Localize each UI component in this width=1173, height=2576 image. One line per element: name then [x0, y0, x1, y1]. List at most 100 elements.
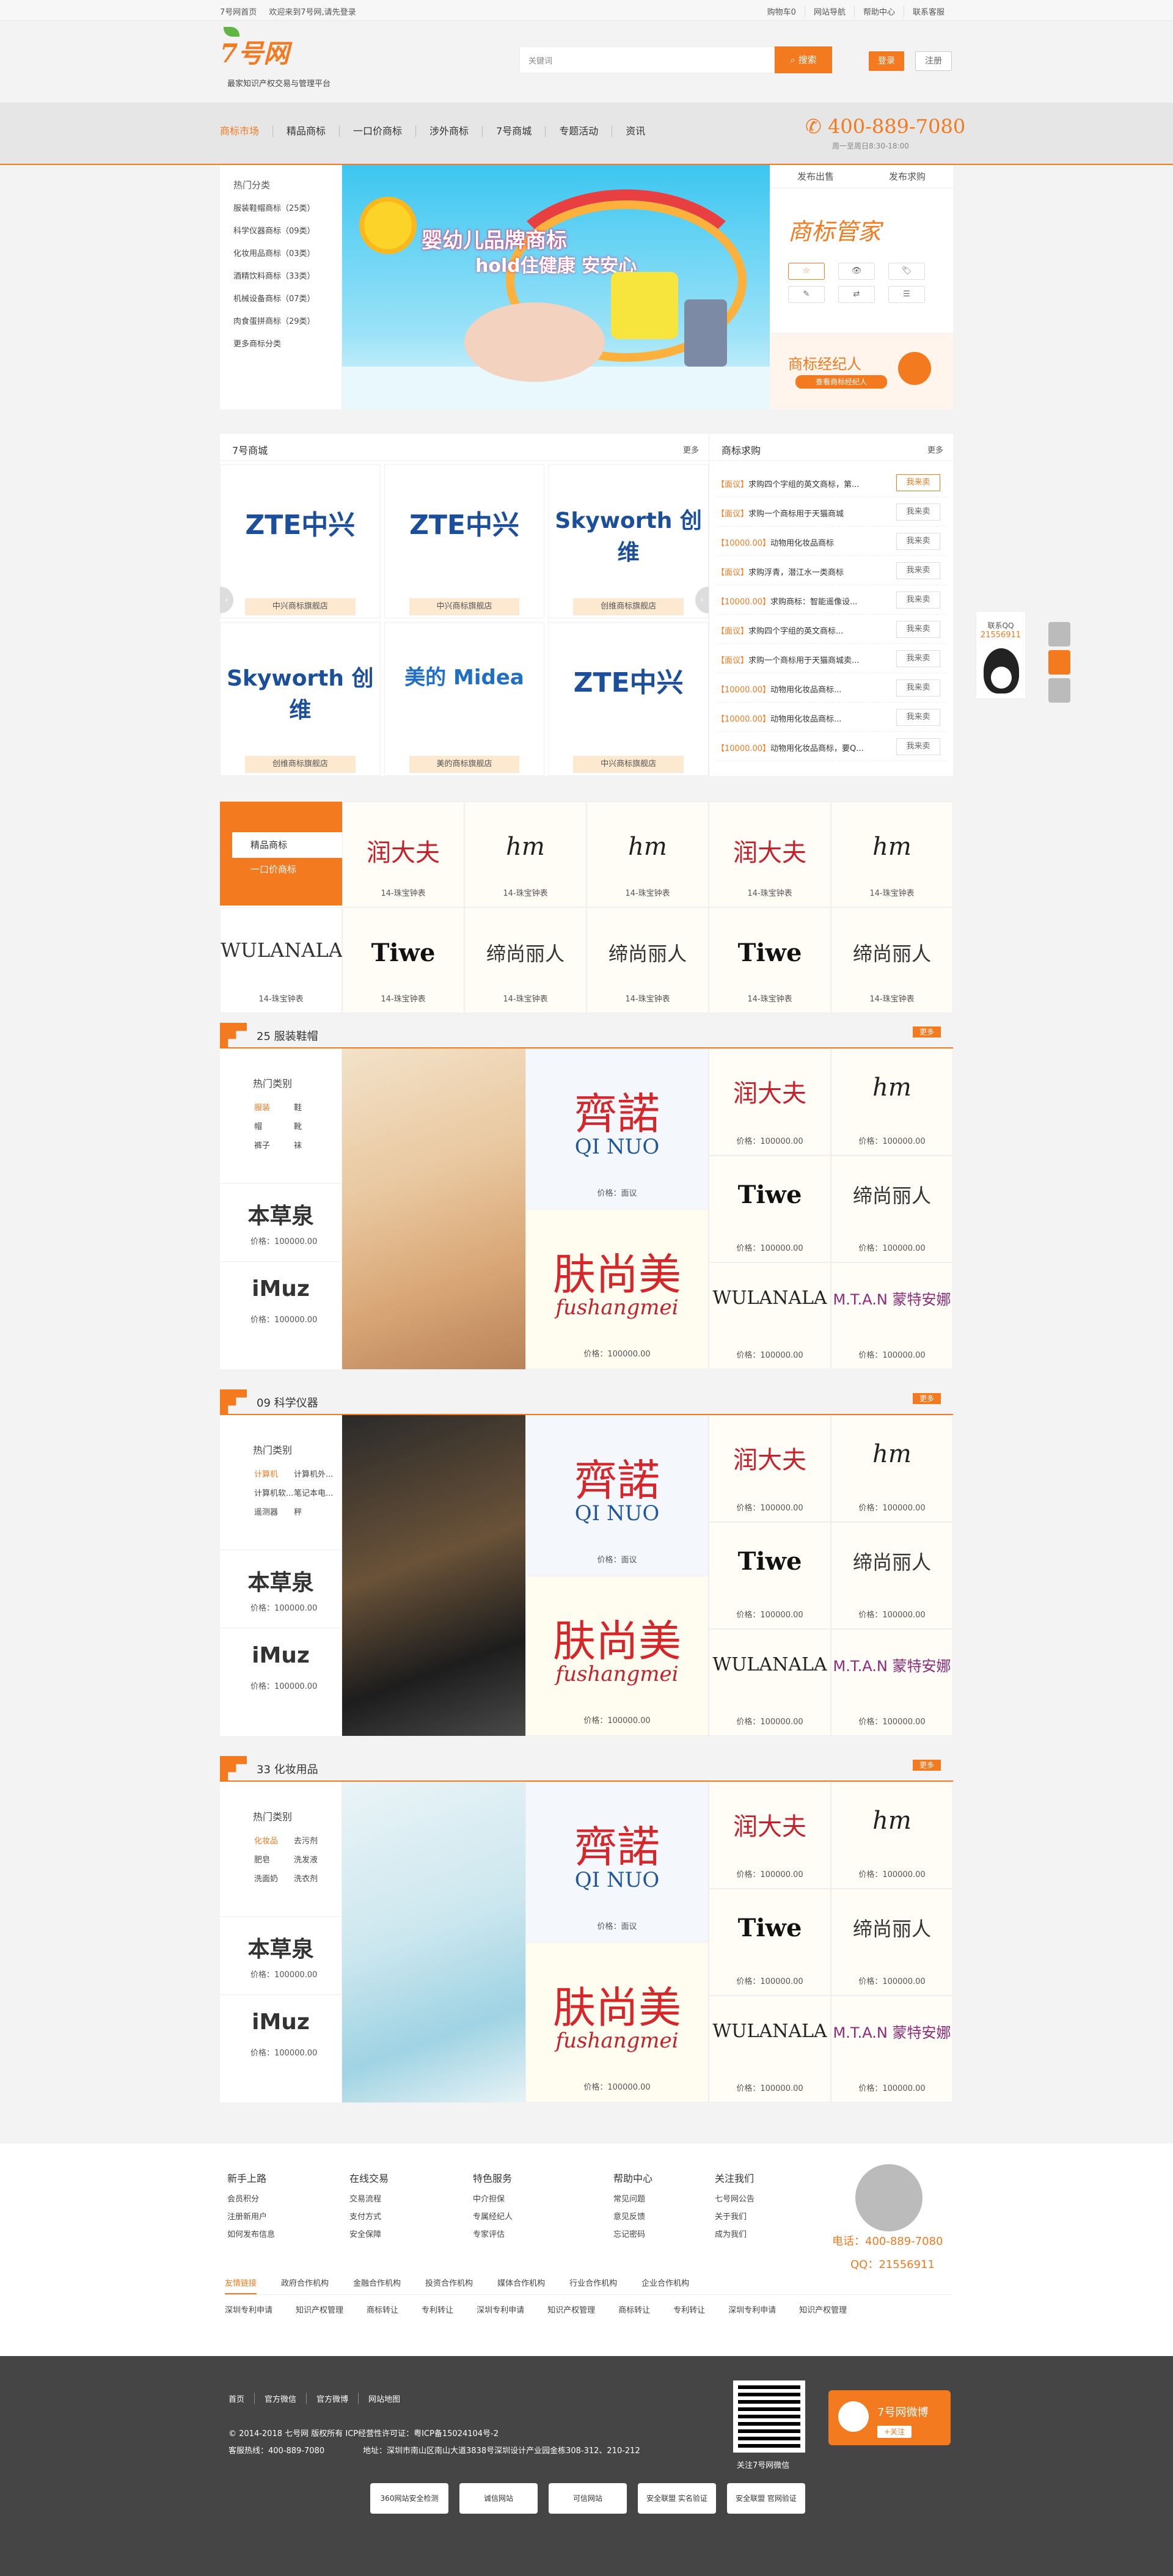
hot-category-link[interactable]: 洗发液	[294, 1853, 334, 1865]
wechat-icon[interactable]	[1048, 678, 1070, 703]
hot-category-link[interactable]: 笔记本电...	[294, 1487, 334, 1498]
partner-tab[interactable]: 金融合作机构	[353, 2277, 401, 2294]
help-link[interactable]: 七号网公告	[715, 2192, 813, 2204]
small-trademark-card[interactable]: 润大夫 价格：100000.00	[709, 1415, 831, 1522]
small-trademark-card[interactable]: hm 价格：100000.00	[831, 1415, 953, 1522]
boutique-card[interactable]: 缔尚丽人 14-珠宝钟表	[464, 907, 586, 1013]
small-trademark-card[interactable]: 缔尚丽人 价格：100000.00	[831, 1522, 953, 1629]
help-link[interactable]: 忘记密码	[613, 2228, 711, 2239]
request-text[interactable]: 【10000.00】动物用化妆品商标	[717, 536, 888, 548]
sell-button[interactable]: 我来卖	[896, 679, 940, 697]
category-item[interactable]: 机械设备商标（07类）	[220, 288, 342, 310]
small-trademark-card[interactable]: WULANALA 价格：100000.00	[709, 1996, 831, 2102]
help-link[interactable]: 专家评估	[473, 2228, 571, 2239]
site-nav-link[interactable]: 网站导航	[804, 5, 854, 17]
footer-home-link[interactable]: 首页	[228, 2393, 254, 2404]
request-text[interactable]: 【10000.00】求购商标：智能遥像设...	[717, 595, 888, 607]
list-icon[interactable]: ☰	[888, 286, 925, 303]
badge-realname[interactable]: 安全联盟 实名验证	[638, 2483, 716, 2514]
request-text[interactable]: 【面议】求购浮青，潜江水一类商标	[717, 566, 888, 577]
category-item[interactable]: 化妆用品商标（03类）	[220, 243, 342, 265]
search-input[interactable]: 关键词	[519, 46, 775, 73]
category-item[interactable]: 酒精饮料商标（33类）	[220, 265, 342, 288]
floor-more-button[interactable]: 更多	[913, 1393, 941, 1404]
transfer-icon[interactable]: ⇄	[838, 286, 875, 303]
shop-card[interactable]: ZTE中兴 中兴商标旗舰店	[548, 622, 709, 776]
small-trademark-card[interactable]: hm 价格：100000.00	[831, 1782, 953, 1889]
agent-promo[interactable]: 商标经纪人 查看商标经纪人	[770, 333, 953, 409]
contact-service-link[interactable]: 联系客服	[903, 5, 953, 17]
shop-card[interactable]: Skyworth 创维 创维商标旗舰店	[220, 622, 381, 776]
hot-category-link[interactable]: 裤子	[254, 1139, 294, 1151]
floor-photo[interactable]	[342, 1048, 525, 1369]
partner-tab[interactable]: 投资合作机构	[425, 2277, 473, 2294]
sell-button[interactable]: 我来卖	[896, 562, 940, 579]
hot-category-link[interactable]: 肥皂	[254, 1853, 294, 1865]
small-trademark-card[interactable]: Tiwe 价格：100000.00	[709, 1155, 831, 1262]
footer-weibo-link[interactable]: 官方微博	[306, 2393, 358, 2404]
boutique-card[interactable]: hm 14-珠宝钟表	[831, 802, 953, 907]
sell-button[interactable]: 我来卖	[896, 738, 940, 755]
sell-button[interactable]: 我来卖	[896, 621, 940, 638]
hot-category-link[interactable]: 帽	[254, 1120, 294, 1132]
boutique-card[interactable]: Tiwe 14-珠宝钟表	[709, 907, 831, 1013]
help-link[interactable]: 如何发布信息	[227, 2228, 325, 2239]
sell-button[interactable]: 我来卖	[896, 591, 940, 609]
small-trademark-card[interactable]: M.T.A.N 蒙特安娜 价格：100000.00	[831, 1629, 953, 1736]
shop-card[interactable]: 美的 Midea 美的商标旗舰店	[384, 622, 545, 776]
login-button[interactable]: 登录	[869, 51, 904, 71]
small-trademark-card[interactable]: 缔尚丽人 价格：100000.00	[831, 1155, 953, 1262]
hot-category-link[interactable]: 计算机	[254, 1468, 294, 1479]
category-item[interactable]: 服装鞋帽商标（25类）	[220, 197, 342, 220]
big-trademark-card[interactable]: 齊諾 QI NUO 价格：面议	[525, 1415, 709, 1575]
friend-link[interactable]: 知识产权管理	[799, 2303, 847, 2315]
small-trademark-card[interactable]: 润大夫 价格：100000.00	[709, 1048, 831, 1155]
weibo-follow-button[interactable]: +关注	[877, 2426, 912, 2438]
online-qq-icon[interactable]	[1048, 650, 1070, 675]
small-trademark-card[interactable]: Tiwe 价格：100000.00	[709, 1889, 831, 1996]
small-trademark-card[interactable]: 缔尚丽人 价格：100000.00	[831, 1889, 953, 1996]
cart-link[interactable]: 购物车0	[759, 5, 805, 17]
mini-trademark-card[interactable]: 本草泉 价格：100000.00	[220, 1550, 342, 1628]
site-logo[interactable]: 7号网 最家知识产权交易与管理平台	[220, 27, 379, 89]
badge-credit[interactable]: 诚信网站	[459, 2483, 538, 2514]
footer-wechat-link[interactable]: 官方微信	[254, 2393, 306, 2404]
help-link[interactable]: 注册新用户	[227, 2210, 325, 2222]
nav-premium[interactable]: 精品商标	[272, 126, 339, 137]
friend-link[interactable]: 商标转让	[618, 2303, 650, 2315]
badge-360[interactable]: 360网站安全检测	[370, 2483, 448, 2514]
help-link[interactable]: 安全保障	[349, 2228, 447, 2239]
friend-links-tab[interactable]: 友情链接	[225, 2277, 257, 2294]
big-trademark-card[interactable]: 齊諾 QI NUO 价格：面议	[525, 1048, 709, 1209]
request-text[interactable]: 【面议】求购四个字组的英文商标...	[717, 624, 888, 636]
hot-category-link[interactable]: 秤	[294, 1506, 334, 1517]
boutique-card[interactable]: 润大夫 14-珠宝钟表	[342, 802, 464, 907]
tab-fixed-price[interactable]: 一口价商标	[232, 863, 296, 876]
partner-tab[interactable]: 媒体合作机构	[497, 2277, 545, 2294]
sell-button[interactable]: 我来卖	[896, 709, 940, 726]
boutique-card[interactable]: 缔尚丽人 14-珠宝钟表	[831, 907, 953, 1013]
big-trademark-card[interactable]: 肤尚美 fushangmei 价格：100000.00	[525, 1209, 709, 1369]
category-item[interactable]: 肉食蛋拼商标（29类）	[220, 310, 342, 333]
boutique-card[interactable]: hm 14-珠宝钟表	[586, 802, 709, 907]
big-trademark-card[interactable]: 肤尚美 fushangmei 价格：100000.00	[525, 1942, 709, 2102]
boutique-card[interactable]: 润大夫 14-珠宝钟表	[709, 802, 831, 907]
floor-photo[interactable]	[342, 1782, 525, 2102]
small-trademark-card[interactable]: Tiwe 价格：100000.00	[709, 1522, 831, 1629]
request-text[interactable]: 【面议】求购四个字组的英文商标，第...	[717, 478, 888, 489]
friend-link[interactable]: 商标转让	[367, 2303, 398, 2315]
mini-trademark-card[interactable]: iMuz 价格：100000.00	[220, 1994, 342, 2102]
big-trademark-card[interactable]: 齊諾 QI NUO 价格：面议	[525, 1782, 709, 1942]
category-more[interactable]: 更多商标分类	[220, 333, 342, 356]
category-item[interactable]: 科学仪器商标（09类）	[220, 220, 342, 243]
request-text[interactable]: 【10000.00】动物用化妆品商标，要Q...	[717, 742, 888, 753]
help-link[interactable]: 意见反馈	[613, 2210, 711, 2222]
floor-photo[interactable]	[342, 1415, 525, 1736]
register-button[interactable]: 注册	[915, 51, 952, 71]
help-link[interactable]: 支付方式	[349, 2210, 447, 2222]
hot-category-link[interactable]: 去污剂	[294, 1834, 334, 1846]
tab-premium[interactable]: 精品商标	[232, 832, 342, 858]
friend-link[interactable]: 知识产权管理	[547, 2303, 595, 2315]
search-button[interactable]: ⌕ 搜索	[775, 46, 832, 73]
floor-more-button[interactable]: 更多	[913, 1026, 941, 1037]
